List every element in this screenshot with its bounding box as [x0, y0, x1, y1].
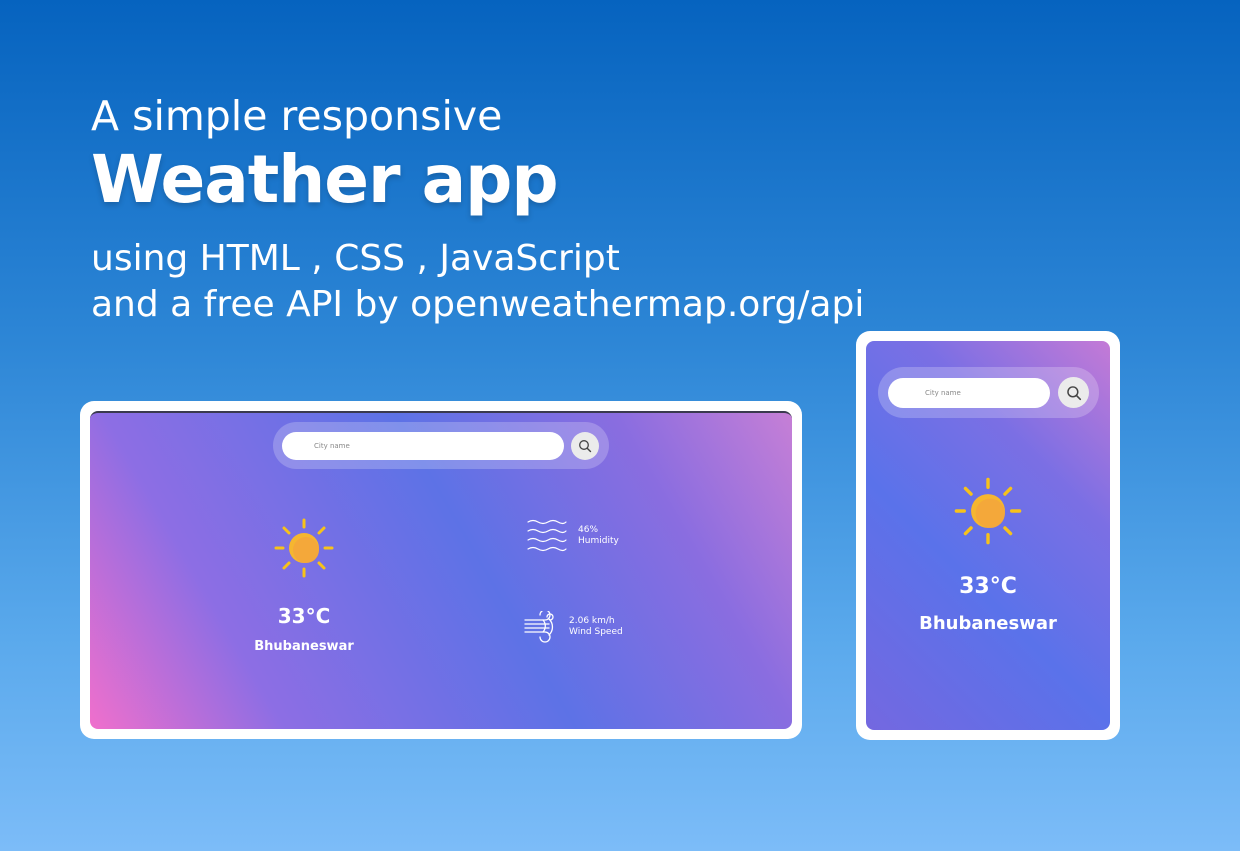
headline-line-3: using HTML , CSS , JavaScript: [91, 238, 620, 279]
mobile-weather-screen: City name 33°C Bhubaneswar: [866, 341, 1110, 730]
wind-detail: 2.06 km/h Wind Speed: [523, 611, 623, 643]
desktop-weather-screen: City name 33°C Bhubaneswar 46% Humidity …: [90, 411, 792, 729]
search-icon: [1066, 385, 1081, 400]
humidity-value: 46%: [578, 525, 599, 535]
wind-icon: [524, 611, 554, 643]
mobile-search-button[interactable]: [1058, 377, 1089, 408]
desktop-city-input[interactable]: City name: [282, 432, 564, 460]
mobile-city-name: Bhubaneswar: [919, 613, 1057, 634]
mobile-temperature: 33°C: [959, 574, 1017, 599]
desktop-temperature: 33°C: [277, 604, 331, 628]
wind-value: 2.06 km/h: [569, 616, 615, 626]
headline-line-4: and a free API by openweathermap.org/api: [91, 284, 865, 325]
humidity-detail: 46% Humidity: [526, 519, 619, 553]
sun-icon: [954, 477, 1022, 545]
sun-icon: [274, 518, 334, 578]
humidity-label: Humidity: [578, 536, 619, 546]
headline-line-1: A simple responsive: [91, 92, 503, 140]
wind-label: Wind Speed: [569, 627, 623, 637]
search-icon: [579, 440, 592, 453]
mobile-city-input[interactable]: City name: [888, 378, 1050, 408]
mobile-preview-frame: City name 33°C Bhubaneswar: [856, 331, 1120, 740]
headline-title: Weather app: [91, 141, 559, 218]
desktop-city-name: Bhubaneswar: [254, 639, 354, 654]
humidity-waves-icon: [527, 519, 567, 552]
desktop-search-button[interactable]: [571, 432, 599, 460]
mobile-search-bar: City name: [878, 367, 1099, 418]
desktop-preview-frame: City name 33°C Bhubaneswar 46% Humidity …: [80, 401, 802, 739]
wind-text: 2.06 km/h Wind Speed: [569, 616, 623, 638]
humidity-text: 46% Humidity: [578, 525, 619, 547]
desktop-search-bar: City name: [273, 422, 609, 469]
